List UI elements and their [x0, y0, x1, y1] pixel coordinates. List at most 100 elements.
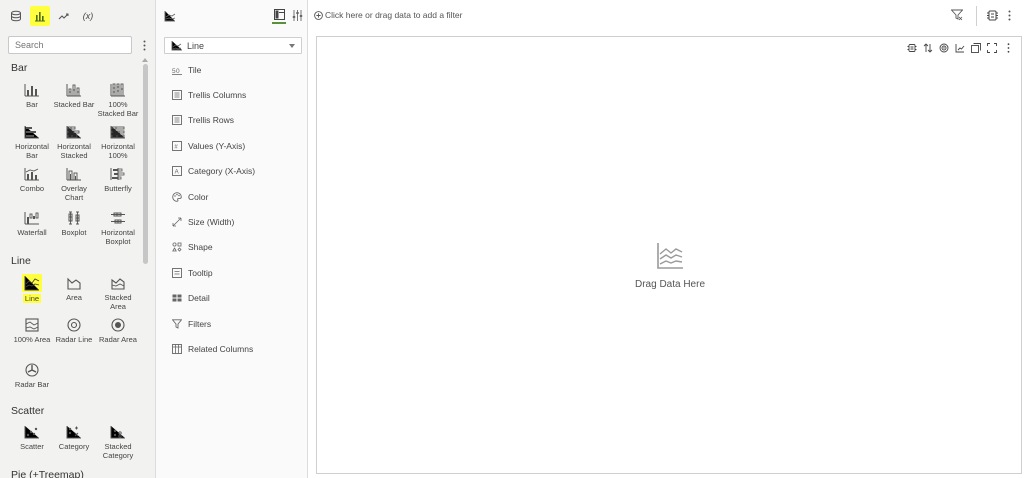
viz-label: 100% Stacked Bar: [97, 100, 139, 118]
data-icon[interactable]: [6, 6, 26, 26]
section-title-line: Line: [11, 255, 31, 267]
viz-label: Category: [58, 442, 90, 451]
grammar-label: Filters: [188, 319, 212, 329]
viz-radar-area[interactable]: Radar Area: [96, 315, 140, 344]
viz-stacked-area[interactable]: Stacked Area: [96, 273, 140, 311]
grammar-filters[interactable]: Filters: [172, 317, 211, 331]
viz-area[interactable]: Area: [52, 273, 96, 302]
viz-line[interactable]: Line: [10, 273, 54, 303]
grammar-related-columns[interactable]: Related Columns: [172, 342, 253, 356]
horizontal-boxplot-icon: [96, 208, 140, 228]
viz-category[interactable]: Category: [52, 422, 96, 451]
viz-waterfall[interactable]: Waterfall: [10, 208, 54, 237]
viz-horizontal-100[interactable]: Horizontal 100%: [96, 122, 140, 160]
viz-overlay-chart[interactable]: Overlay Chart: [52, 164, 96, 202]
viz-type-select[interactable]: Line: [164, 37, 302, 54]
grammar-detail[interactable]: Detail: [172, 291, 210, 305]
more-options-icon[interactable]: [1003, 43, 1013, 53]
viz-bar[interactable]: Bar: [10, 80, 54, 109]
area-chart-icon: [52, 273, 96, 293]
copy-icon[interactable]: [971, 43, 981, 53]
line-chart-icon: [655, 241, 685, 271]
viz-label: Stacked Area: [104, 293, 132, 311]
viz-label: 100% Area: [13, 335, 51, 344]
viz-radar-bar[interactable]: Radar Bar: [10, 360, 54, 389]
filter-icon[interactable]: [951, 9, 963, 21]
chart-export-icon[interactable]: [955, 43, 965, 53]
sort-icon[interactable]: [923, 43, 933, 53]
values-axis-icon: #: [172, 141, 182, 151]
overlay-chart-icon: [52, 164, 96, 184]
maximize-icon[interactable]: [987, 43, 997, 53]
stacked-category-icon: [96, 422, 140, 442]
viz-label: Horizontal Bar: [15, 142, 49, 160]
analytics-icon[interactable]: [54, 6, 74, 26]
search-input[interactable]: [8, 36, 132, 54]
grammar-label: Size (Width): [188, 217, 235, 227]
filter-settings-icon[interactable]: [986, 9, 999, 22]
grammar-label: Trellis Rows: [188, 115, 234, 125]
viz-label: Horizontal Boxplot: [101, 228, 135, 246]
trellis-rows-icon: [172, 115, 182, 125]
scrollbar[interactable]: [142, 58, 148, 478]
grammar-trellis-columns[interactable]: Trellis Columns: [172, 88, 246, 102]
grammar-size[interactable]: Size (Width): [172, 215, 234, 229]
viz-100-area[interactable]: 100% Area: [10, 315, 54, 344]
horizontal-100-icon: [96, 122, 140, 142]
auto-apply-icon[interactable]: [907, 43, 917, 53]
scroll-up-icon[interactable]: [142, 58, 148, 62]
bar-chart-icon: [10, 80, 54, 100]
viz-horizontal-boxplot[interactable]: Horizontal Boxplot: [96, 208, 140, 246]
grammar-values[interactable]: # Values (Y-Axis): [172, 139, 245, 153]
viz-horizontal-stacked[interactable]: Horizontal Stacked: [52, 122, 96, 160]
drop-zone[interactable]: Drag Data Here: [317, 241, 1023, 290]
size-icon: [172, 217, 182, 227]
viz-scatter[interactable]: Scatter: [10, 422, 54, 451]
horizontal-stacked-icon: [52, 122, 96, 142]
grammar-panel: Line 50 Tile Trellis Columns Trellis Row…: [156, 0, 308, 478]
grammar-view-icon[interactable]: [164, 10, 176, 22]
grammar-category[interactable]: A Category (X-Axis): [172, 164, 255, 178]
percent-stacked-bar-icon: [96, 80, 140, 100]
grammar-label: Shape: [188, 242, 213, 252]
add-filter-area[interactable]: Click here or drag data to add a filter: [314, 10, 463, 20]
svg-text:#: #: [174, 145, 178, 151]
grammar-label: Category (X-Axis): [188, 166, 256, 176]
grammar-shape[interactable]: Shape: [172, 240, 213, 254]
grammar-tooltip[interactable]: Tooltip: [172, 266, 213, 280]
tile-icon: 50: [172, 65, 182, 75]
target-icon[interactable]: [939, 43, 949, 53]
boxplot-icon: [52, 208, 96, 228]
calculations-tab[interactable]: (x): [78, 6, 98, 26]
grammar-label: Detail: [188, 293, 210, 303]
svg-text:0: 0: [176, 68, 180, 75]
viz-label: Boxplot: [61, 228, 87, 237]
canvas-toolbar: [907, 43, 1013, 53]
viz-boxplot[interactable]: Boxplot: [52, 208, 96, 237]
grammar-trellis-rows[interactable]: Trellis Rows: [172, 113, 234, 127]
stacked-area-icon: [96, 273, 140, 293]
viz-100-stacked-bar[interactable]: 100% Stacked Bar: [96, 80, 140, 118]
radar-area-icon: [96, 315, 140, 335]
viz-type-label: Line: [187, 40, 205, 51]
viz-stacked-bar[interactable]: Stacked Bar: [52, 80, 96, 109]
viz-stacked-category[interactable]: Stacked Category: [96, 422, 140, 460]
viz-radar-line[interactable]: Radar Line: [52, 315, 96, 344]
grammar-toolbar: [156, 0, 307, 32]
more-options-icon[interactable]: [140, 38, 148, 52]
sliders-icon[interactable]: [292, 10, 303, 21]
grammar-tile[interactable]: 50 Tile: [172, 63, 201, 77]
combo-chart-icon: [10, 164, 54, 184]
viz-butterfly[interactable]: Butterfly: [96, 164, 140, 193]
more-options-icon[interactable]: [1008, 10, 1011, 21]
visualizations-icon[interactable]: [30, 6, 50, 26]
grammar-color[interactable]: Color: [172, 190, 208, 204]
visualization-canvas[interactable]: Drag Data Here: [316, 36, 1022, 474]
grammar-label: Values (Y-Axis): [188, 141, 246, 151]
properties-icon[interactable]: [272, 9, 286, 24]
viz-horizontal-bar[interactable]: Horizontal Bar: [10, 122, 54, 160]
section-title-scatter: Scatter: [11, 405, 45, 417]
viz-combo[interactable]: Combo: [10, 164, 54, 193]
viz-label: Radar Line: [55, 335, 93, 344]
scrollbar-thumb[interactable]: [143, 64, 148, 264]
